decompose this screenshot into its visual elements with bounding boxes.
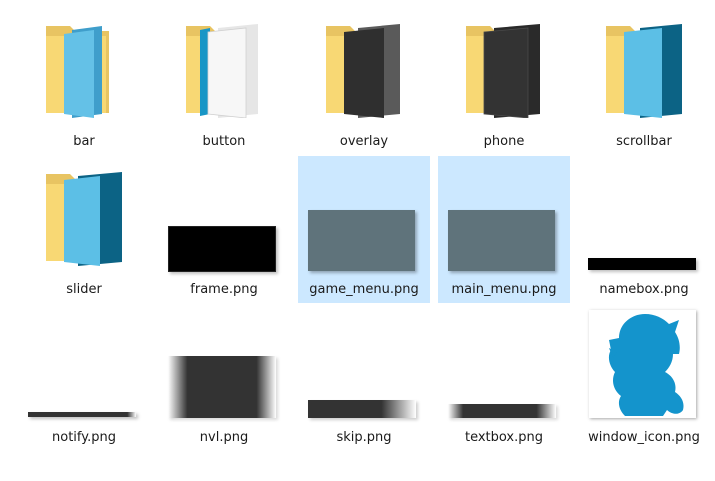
file-name: window_icon.png [588, 430, 700, 445]
folder-icon [466, 24, 540, 118]
file-name: bar [73, 134, 95, 149]
image-thumbnail [28, 412, 136, 417]
image-thumbnail [448, 210, 555, 271]
folder-icon [606, 24, 682, 118]
file-name: scrollbar [616, 134, 672, 149]
image-thumbnail [588, 258, 696, 270]
file-name: game_menu.png [309, 282, 419, 297]
file-frame-png[interactable]: frame.png [158, 156, 290, 303]
folder-icon [326, 24, 400, 118]
character-silhouette-icon [608, 314, 684, 416]
folder-bar[interactable]: bar [18, 8, 150, 155]
file-skip-png[interactable]: skip.png [298, 304, 430, 451]
file-textbox-png[interactable]: textbox.png [438, 304, 570, 451]
file-window-icon-png[interactable]: window_icon.png [578, 304, 710, 451]
file-name: nvl.png [199, 430, 249, 445]
image-thumbnail [308, 400, 416, 418]
file-name: slider [66, 282, 102, 297]
folder-phone[interactable]: phone [438, 8, 570, 155]
file-name: namebox.png [599, 282, 689, 297]
file-name: textbox.png [464, 430, 544, 445]
folder-slider[interactable]: slider [18, 156, 150, 303]
file-name: button [202, 134, 246, 149]
folder-icon [46, 172, 122, 266]
file-name: overlay [339, 134, 389, 149]
folder-scrollbar[interactable]: scrollbar [578, 8, 710, 155]
image-thumbnail [448, 404, 556, 418]
file-notify-png[interactable]: notify.png [18, 304, 150, 451]
image-thumbnail [168, 226, 276, 272]
image-thumbnail [589, 310, 696, 418]
file-main-menu-png[interactable]: main_menu.png [438, 156, 570, 303]
folder-button[interactable]: button [158, 8, 290, 155]
folder-overlay[interactable]: overlay [298, 8, 430, 155]
file-name: notify.png [52, 430, 116, 445]
file-name: phone [483, 134, 525, 149]
file-name: skip.png [336, 430, 392, 445]
image-thumbnail [308, 210, 415, 271]
file-namebox-png[interactable]: namebox.png [578, 156, 710, 303]
image-thumbnail [168, 356, 276, 418]
folder-icon [186, 24, 258, 118]
file-name: frame.png [190, 282, 258, 297]
file-nvl-png[interactable]: nvl.png [158, 304, 290, 451]
file-name: main_menu.png [451, 282, 557, 297]
folder-icon [46, 26, 109, 118]
file-game-menu-png[interactable]: game_menu.png [298, 156, 430, 303]
